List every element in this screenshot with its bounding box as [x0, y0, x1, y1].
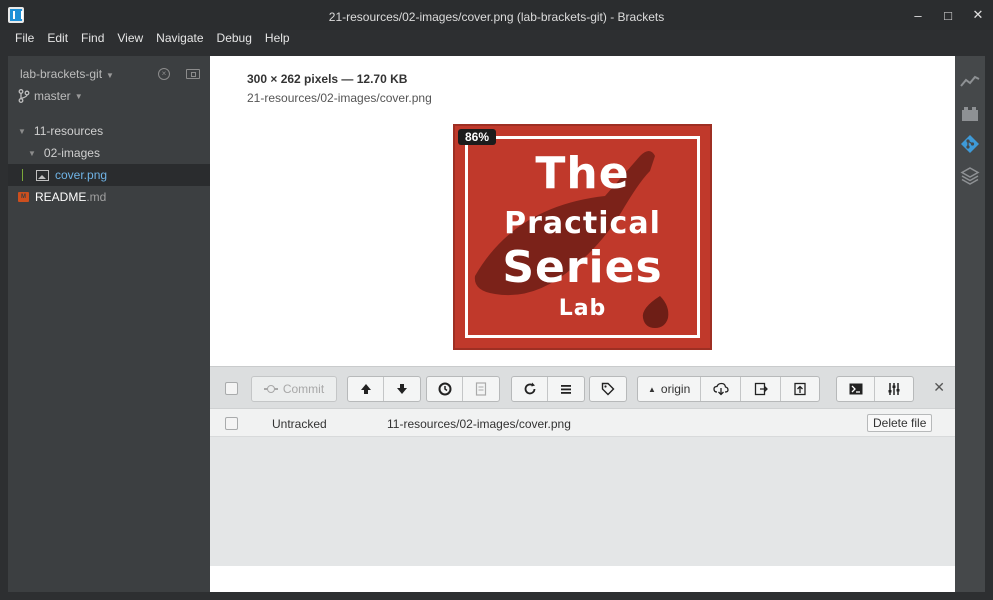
markdown-file-icon: M: [18, 192, 29, 202]
arrow-down-icon: [397, 384, 407, 394]
menu-find[interactable]: Find: [81, 30, 104, 46]
menu-button[interactable]: [548, 377, 584, 401]
extension-manager-icon[interactable]: [960, 104, 980, 124]
export-icon: [754, 382, 768, 396]
cover-title-line: Series: [502, 242, 663, 293]
terminal-button[interactable]: [837, 377, 875, 401]
maximize-button[interactable]: □: [933, 0, 963, 30]
history-icon: [438, 382, 451, 396]
commit-icon: [263, 385, 278, 393]
upload-file-icon: [794, 382, 806, 396]
project-name: lab-brackets-git: [20, 67, 103, 81]
live-preview-icon[interactable]: [960, 72, 980, 92]
menu-debug[interactable]: Debug: [217, 30, 252, 46]
folder-expanded-icon: ▼: [18, 126, 26, 136]
push-pull-group: [347, 376, 421, 402]
git-modified-marker: [22, 169, 23, 181]
menu-help[interactable]: Help: [265, 30, 290, 46]
tree-file-readme-md[interactable]: M README .md: [8, 186, 210, 208]
terminal-icon: [849, 383, 862, 395]
git-toolbar: Commit ▲ origin ✕: [210, 367, 955, 409]
cover-title-line: Practical: [504, 206, 661, 241]
hamburger-icon: [561, 385, 571, 394]
history-group: [426, 376, 500, 402]
push-button[interactable]: [348, 377, 384, 401]
tree-folder-11-resources[interactable]: ▼ 11-resources: [8, 120, 210, 142]
fetch-button[interactable]: [701, 377, 742, 401]
settings-button[interactable]: [875, 377, 913, 401]
caret-down-icon: ▼: [74, 91, 83, 101]
tree-file-cover-png[interactable]: cover.png: [8, 164, 210, 186]
window-title: 21-resources/02-images/cover.png (lab-br…: [328, 10, 665, 24]
image-file-icon: [36, 169, 49, 181]
project-dropdown[interactable]: lab-brackets-git ▼: [20, 67, 114, 81]
git-icon[interactable]: [960, 134, 980, 154]
close-button[interactable]: ✕: [963, 0, 993, 30]
split-view-icon[interactable]: [186, 69, 200, 79]
tag-button[interactable]: [590, 377, 626, 401]
cover-title-line: The: [535, 148, 630, 199]
commit-button[interactable]: Commit: [251, 376, 337, 402]
menu-navigate[interactable]: Navigate: [156, 30, 203, 46]
pull-remote-button[interactable]: [741, 377, 782, 401]
refresh-group: [511, 376, 585, 402]
title-bar: 21-resources/02-images/cover.png (lab-br…: [0, 0, 993, 30]
tree-file-label: README: [35, 190, 87, 204]
history-button[interactable]: [427, 377, 463, 401]
zoom-level-badge: 86%: [458, 129, 497, 145]
sidebar: lab-brackets-git ▼ × master ▼ ▼ 11-resourc…: [8, 56, 210, 592]
git-branch-icon: [18, 89, 30, 103]
tag-icon: [601, 382, 615, 396]
delete-file-button[interactable]: Delete file: [867, 414, 933, 432]
refresh-button[interactable]: [512, 377, 548, 401]
commit-label: Commit: [282, 382, 325, 396]
image-dimensions: 300 × 262 pixels — 12.70 KB: [247, 72, 408, 86]
remote-label: origin: [660, 382, 691, 396]
sliders-icon: [888, 383, 900, 395]
terminal-group: [836, 376, 914, 402]
file-select-checkbox[interactable]: [225, 417, 238, 430]
menu-bar: File Edit Find View Navigate Debug Help: [0, 30, 303, 46]
image-path: 21-resources/02-images/cover.png: [247, 91, 432, 105]
push-remote-button[interactable]: [781, 377, 819, 401]
file-history-button[interactable]: [463, 377, 499, 401]
right-toolbar: [955, 56, 985, 592]
branch-name: master: [34, 89, 71, 103]
menu-edit[interactable]: Edit: [47, 30, 68, 46]
remote-dropdown[interactable]: ▲ origin: [638, 377, 702, 401]
minimize-button[interactable]: –: [903, 0, 933, 30]
window-controls: – □ ✕: [903, 0, 993, 30]
branch-dropdown[interactable]: master ▼: [18, 89, 83, 103]
file-status: Untracked: [272, 417, 327, 431]
layers-icon[interactable]: [960, 166, 980, 186]
tree-folder-label: 02-images: [43, 146, 100, 160]
file-icon: [475, 382, 487, 396]
caret-up-icon: ▲: [648, 384, 656, 394]
tree-file-label: cover.png: [55, 168, 108, 182]
tree-folder-02-images[interactable]: ▼ 02-images: [8, 142, 210, 164]
tree-folder-label: 11-resources: [33, 124, 104, 138]
menu-file[interactable]: File: [15, 30, 34, 46]
close-git-panel-icon[interactable]: ✕: [933, 379, 945, 396]
folder-expanded-icon: ▼: [28, 148, 36, 158]
git-panel: Commit ▲ origin ✕ Untracked 11-resources…: [210, 366, 955, 566]
refresh-icon: [524, 382, 535, 395]
close-working-set-icon[interactable]: ×: [158, 68, 170, 80]
editor-bottom-area: [210, 566, 955, 592]
arrow-up-icon: [360, 384, 371, 394]
remote-group: ▲ origin: [637, 376, 821, 402]
file-path[interactable]: 11-resources/02-images/cover.png: [387, 417, 571, 431]
cloud-download-icon: [713, 382, 729, 396]
pull-button[interactable]: [384, 377, 420, 401]
caret-down-icon: ▼: [106, 71, 114, 80]
tree-file-extension: .md: [86, 190, 107, 204]
select-all-checkbox[interactable]: [225, 382, 238, 395]
menu-view[interactable]: View: [117, 30, 143, 46]
git-file-row: Untracked 11-resources/02-images/cover.p…: [210, 409, 955, 437]
cover-title-line: Lab: [558, 296, 607, 321]
tag-group: [589, 376, 627, 402]
cover-image: The Practical Series Lab: [453, 124, 712, 350]
